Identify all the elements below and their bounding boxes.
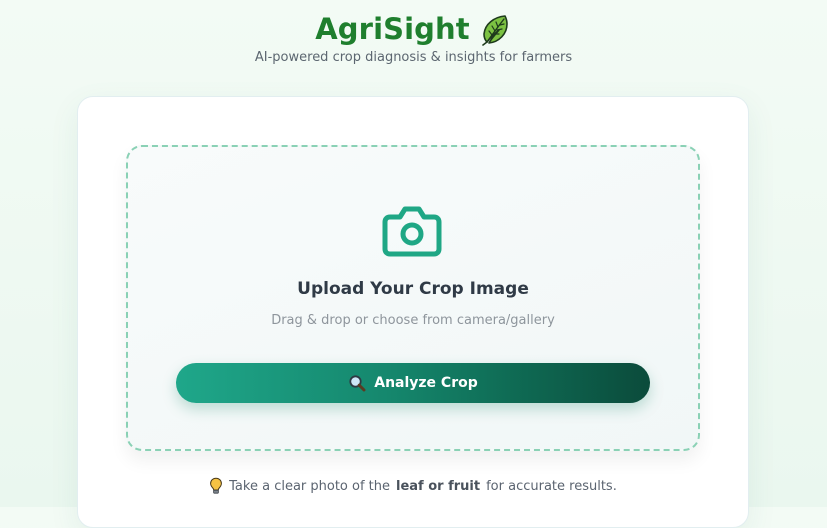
upload-title: Upload Your Crop Image <box>297 279 529 299</box>
upload-subtitle: Drag & drop or choose from camera/galler… <box>271 313 555 328</box>
tip: Take a clear photo of the leaf or fruit … <box>78 477 748 499</box>
tagline: AI-powered crop diagnosis & insights for… <box>254 50 573 65</box>
analyze-button-label: Analyze Crop <box>374 375 478 391</box>
image-dropzone[interactable]: Upload Your Crop Image Drag & drop or ch… <box>126 145 700 451</box>
header: AgriSight AI-powered crop diagnosis & in… <box>0 12 827 65</box>
tip-prefix: Take a clear photo of the <box>229 478 391 494</box>
leaf-icon <box>478 12 512 46</box>
tip-highlight: leaf or fruit <box>396 478 481 494</box>
app-title: AgriSight <box>315 12 470 46</box>
tip-suffix: for accurate results. <box>486 478 617 494</box>
upload-card: Upload Your Crop Image Drag & drop or ch… <box>77 96 749 528</box>
analyze-crop-button[interactable]: Analyze Crop <box>176 363 650 403</box>
magnifier-icon <box>348 374 366 392</box>
brand: AgriSight <box>315 12 511 46</box>
camera-icon <box>380 201 444 259</box>
lightbulb-icon <box>209 477 223 495</box>
